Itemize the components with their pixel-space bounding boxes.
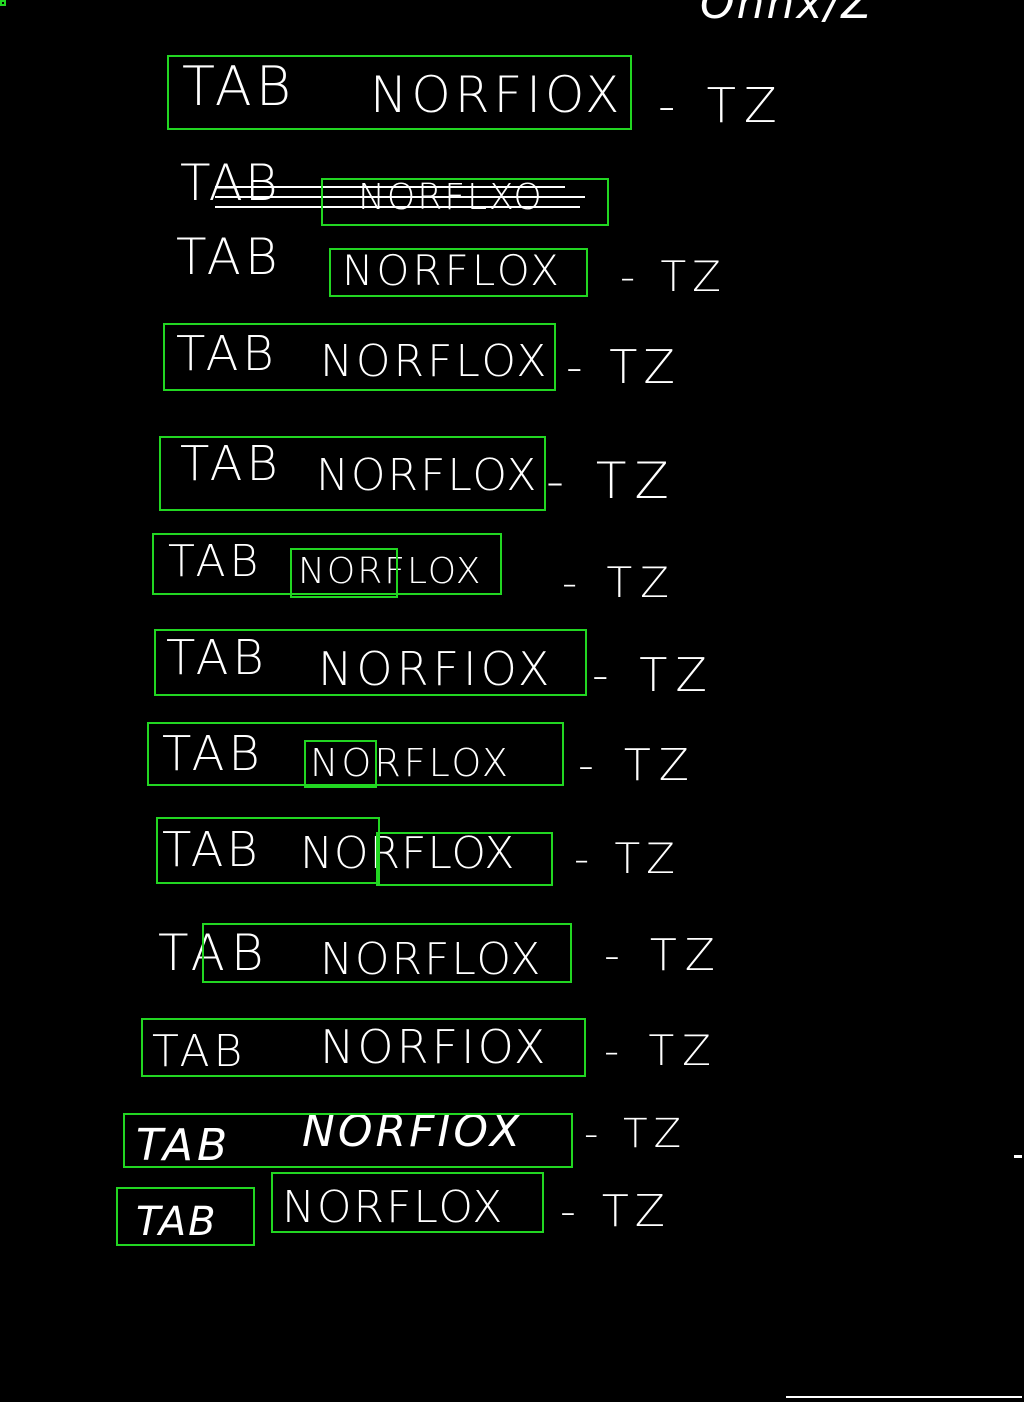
- line-1-suffix: - TZ: [658, 78, 785, 134]
- detection-box: [154, 629, 587, 696]
- detection-box: [304, 740, 377, 788]
- line-13-suffix: - TZ: [560, 1186, 671, 1237]
- line-3-tab: TAB: [176, 228, 282, 286]
- detection-box: [329, 248, 588, 297]
- line-9-suffix: - TZ: [574, 834, 681, 883]
- detection-box: [141, 1018, 586, 1077]
- detection-box: [202, 923, 572, 983]
- line-5-suffix: - TZ: [546, 452, 677, 510]
- detection-box: [163, 323, 556, 391]
- detection-box: [376, 832, 553, 886]
- header-scribble: Onnx/Z: [700, 0, 874, 29]
- corner-marker: [0, 0, 6, 6]
- detection-box: [271, 1172, 544, 1233]
- scan-edge-line: [786, 1396, 1022, 1398]
- line-4-suffix: - TZ: [566, 340, 681, 394]
- detection-box: [321, 178, 609, 226]
- line-11-suffix: - TZ: [604, 1026, 719, 1075]
- detection-box: [123, 1113, 573, 1168]
- line-3-suffix: - TZ: [620, 252, 727, 301]
- detection-box: [116, 1187, 255, 1246]
- detection-box: [156, 817, 380, 884]
- line-6-suffix: - TZ: [562, 558, 677, 607]
- detection-box: [167, 55, 632, 130]
- line-2-tab: TAB: [180, 154, 280, 212]
- scan-edge-mark: [1014, 1155, 1022, 1158]
- line-10-suffix: - TZ: [604, 930, 723, 981]
- line-12-suffix: - TZ: [584, 1111, 687, 1157]
- detection-box: [290, 548, 398, 598]
- line-8-suffix: - TZ: [578, 740, 697, 791]
- detection-box: [159, 436, 546, 511]
- line-7-suffix: - TZ: [592, 648, 715, 702]
